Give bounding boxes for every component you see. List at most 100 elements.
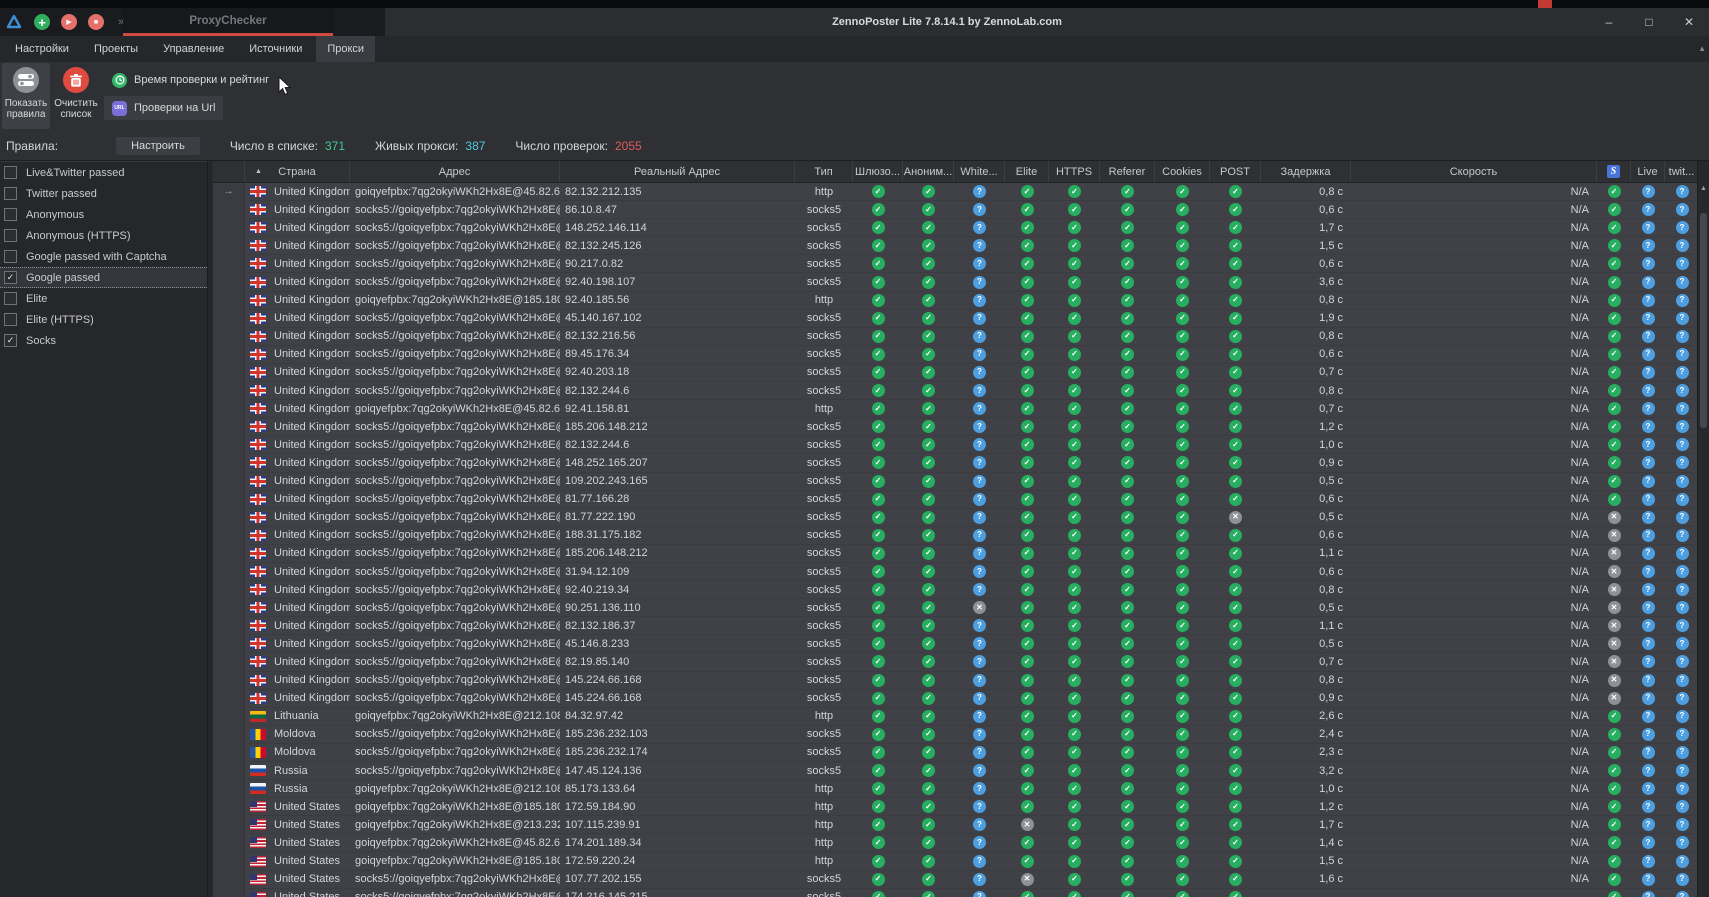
proxy-row[interactable]: United Kingdomsocks5://goiqyefpbx:7qg2ok… — [213, 328, 1697, 346]
proxy-row[interactable]: United Kingdomsocks5://goiqyefpbx:7qg2ok… — [213, 219, 1697, 237]
column-header-speed[interactable]: Скорость — [1351, 161, 1597, 182]
column-header-live[interactable]: Live — [1631, 161, 1665, 182]
rule-item[interactable]: Google passed with Captcha — [0, 246, 207, 267]
flag-md-icon — [250, 747, 266, 758]
minimize-button[interactable]: – — [1589, 8, 1629, 36]
checkbox-unchecked[interactable] — [4, 166, 17, 179]
proxy-row[interactable]: Russiasocks5://goiqyefpbx:7qg2okyiWKh2Hx… — [213, 762, 1697, 780]
menu-tab-Настройки[interactable]: Настройки — [4, 36, 80, 62]
column-header-real_address[interactable]: Реальный Адрес — [560, 161, 795, 182]
rule-item[interactable]: Twitter passed — [0, 183, 207, 204]
show-rules-button[interactable]: Показать правила — [2, 63, 50, 129]
proxy-row[interactable]: →United Kingdomgoiqyefpbx:7qg2okyiWKh2Hx… — [213, 183, 1697, 201]
column-header-google[interactable]: S — [1597, 161, 1631, 182]
proxy-row[interactable]: United Kingdomsocks5://goiqyefpbx:7qg2ok… — [213, 201, 1697, 219]
proxy-row[interactable]: United Kingdomsocks5://goiqyefpbx:7qg2ok… — [213, 310, 1697, 328]
proxy-row[interactable]: United Kingdomgoiqyefpbx:7qg2okyiWKh2Hx8… — [213, 292, 1697, 310]
rule-item[interactable]: ✓Socks — [0, 330, 207, 351]
checkbox-checked[interactable]: ✓ — [4, 271, 17, 284]
proxy-row[interactable]: United Kingdomsocks5://goiqyefpbx:7qg2ok… — [213, 346, 1697, 364]
column-header-post[interactable]: POST — [1210, 161, 1261, 182]
proxy-row[interactable]: United Statesgoiqyefpbx:7qg2okyiWKh2Hx8E… — [213, 798, 1697, 816]
proxychecker-tab[interactable]: ProxyChecker — [123, 8, 333, 36]
proxy-row[interactable]: United Kingdomsocks5://goiqyefpbx:7qg2ok… — [213, 364, 1697, 382]
checkbox-unchecked[interactable] — [4, 229, 17, 242]
gateway-cell: ✓ — [853, 346, 903, 363]
column-header-rowheader[interactable] — [213, 161, 245, 182]
column-header-referer[interactable]: Referer — [1100, 161, 1155, 182]
rule-item[interactable]: Anonymous (HTTPS) — [0, 225, 207, 246]
column-header-anonymity[interactable]: Аноним... — [903, 161, 954, 182]
column-header-type[interactable]: Тип — [795, 161, 853, 182]
menu-tab-Источники[interactable]: Источники — [238, 36, 313, 62]
column-header-cookies[interactable]: Cookies — [1155, 161, 1210, 182]
stop-button[interactable]: ■ — [88, 14, 104, 30]
proxy-row[interactable]: United Kingdomgoiqyefpbx:7qg2okyiWKh2Hx8… — [213, 400, 1697, 418]
menu-tab-Управление[interactable]: Управление — [152, 36, 235, 62]
proxy-row[interactable]: United Kingdomsocks5://goiqyefpbx:7qg2ok… — [213, 581, 1697, 599]
proxy-row[interactable]: United Kingdomsocks5://goiqyefpbx:7qg2ok… — [213, 382, 1697, 400]
checkbox-unchecked[interactable] — [4, 292, 17, 305]
rule-item[interactable]: Elite (HTTPS) — [0, 309, 207, 330]
proxy-row[interactable]: United Kingdomsocks5://goiqyefpbx:7qg2ok… — [213, 563, 1697, 581]
checkbox-unchecked[interactable] — [4, 187, 17, 200]
column-header-address[interactable]: Адрес — [350, 161, 560, 182]
column-header-whitelist[interactable]: White... — [954, 161, 1005, 182]
url-checks-button[interactable]: URL Проверки на Url — [104, 96, 223, 120]
proxy-row[interactable]: Moldovasocks5://goiqyefpbx:7qg2okyiWKh2H… — [213, 726, 1697, 744]
proxy-row[interactable]: United Kingdomsocks5://goiqyefpbx:7qg2ok… — [213, 436, 1697, 454]
menu-tab-Проекты[interactable]: Проекты — [83, 36, 149, 62]
checkbox-unchecked[interactable] — [4, 250, 17, 263]
proxy-row[interactable]: United Kingdomsocks5://goiqyefpbx:7qg2ok… — [213, 617, 1697, 635]
rule-item[interactable]: Anonymous — [0, 204, 207, 225]
proxy-row[interactable]: United Kingdomsocks5://goiqyefpbx:7qg2ok… — [213, 237, 1697, 255]
checkbox-checked[interactable]: ✓ — [4, 334, 17, 347]
check-time-button[interactable]: Время проверки и рейтинг — [104, 68, 277, 92]
proxy-row[interactable]: United Kingdomsocks5://goiqyefpbx:7qg2ok… — [213, 635, 1697, 653]
scrollbar-thumb[interactable] — [1700, 213, 1707, 428]
proxy-row[interactable]: United Kingdomsocks5://goiqyefpbx:7qg2ok… — [213, 454, 1697, 472]
proxy-row[interactable]: United Kingdomsocks5://goiqyefpbx:7qg2ok… — [213, 509, 1697, 527]
column-header-country[interactable]: ▲Страна — [245, 161, 350, 182]
proxy-row[interactable]: United Statessocks5://goiqyefpbx:7qg2oky… — [213, 871, 1697, 889]
menu-tab-Прокси[interactable]: Прокси — [316, 36, 375, 62]
proxy-row[interactable]: Russiagoiqyefpbx:7qg2okyiWKh2Hx8E@212.10… — [213, 780, 1697, 798]
play-button[interactable]: ▶ — [61, 14, 77, 30]
checkbox-unchecked[interactable] — [4, 313, 17, 326]
proxy-row[interactable]: Lithuaniagoiqyefpbx:7qg2okyiWKh2Hx8E@212… — [213, 708, 1697, 726]
column-header-https[interactable]: HTTPS — [1049, 161, 1100, 182]
column-header-delay[interactable]: Задержка — [1261, 161, 1351, 182]
add-project-button[interactable]: + — [34, 14, 50, 30]
checkbox-unchecked[interactable] — [4, 208, 17, 221]
proxy-row[interactable]: United Kingdomsocks5://goiqyefpbx:7qg2ok… — [213, 527, 1697, 545]
proxy-row[interactable]: United Kingdomsocks5://goiqyefpbx:7qg2ok… — [213, 545, 1697, 563]
proxy-row[interactable]: United Kingdomsocks5://goiqyefpbx:7qg2ok… — [213, 473, 1697, 491]
column-header-elite[interactable]: Elite — [1005, 161, 1049, 182]
proxy-row[interactable]: Moldovasocks5://goiqyefpbx:7qg2okyiWKh2H… — [213, 744, 1697, 762]
close-button[interactable]: ✕ — [1669, 8, 1709, 36]
proxy-row[interactable]: United Kingdomsocks5://goiqyefpbx:7qg2ok… — [213, 273, 1697, 291]
vertical-scrollbar[interactable]: ▲ — [1697, 161, 1709, 897]
proxy-row[interactable]: United Statessocks5://goiqyefpbx:7qg2oky… — [213, 889, 1697, 897]
ribbon-collapse-icon[interactable]: ▲ — [1698, 44, 1706, 53]
proxy-row[interactable]: United Statesgoiqyefpbx:7qg2okyiWKh2Hx8E… — [213, 852, 1697, 870]
proxy-row[interactable]: United Statesgoiqyefpbx:7qg2okyiWKh2Hx8E… — [213, 816, 1697, 834]
rule-item[interactable]: Elite — [0, 288, 207, 309]
proxy-row[interactable]: United Kingdomsocks5://goiqyefpbx:7qg2ok… — [213, 653, 1697, 671]
proxy-row[interactable]: United Statesgoiqyefpbx:7qg2okyiWKh2Hx8E… — [213, 834, 1697, 852]
proxy-row[interactable]: United Kingdomsocks5://goiqyefpbx:7qg2ok… — [213, 255, 1697, 273]
column-header-gateway[interactable]: Шлюзо... — [853, 161, 903, 182]
clear-list-button[interactable]: Очистить список — [52, 63, 100, 129]
anonymity-cell: ✓ — [903, 798, 954, 815]
proxy-row[interactable]: United Kingdomsocks5://goiqyefpbx:7qg2ok… — [213, 599, 1697, 617]
column-header-twitter[interactable]: twit... — [1665, 161, 1699, 182]
rule-item[interactable]: Live&Twitter passed — [0, 162, 207, 183]
proxy-row[interactable]: United Kingdomsocks5://goiqyefpbx:7qg2ok… — [213, 491, 1697, 509]
proxy-row[interactable]: United Kingdomsocks5://goiqyefpbx:7qg2ok… — [213, 690, 1697, 708]
configure-rules-button[interactable]: Настроить — [116, 137, 200, 155]
maximize-button[interactable]: □ — [1629, 8, 1669, 36]
proxy-row[interactable]: United Kingdomsocks5://goiqyefpbx:7qg2ok… — [213, 672, 1697, 690]
proxy-row[interactable]: United Kingdomsocks5://goiqyefpbx:7qg2ok… — [213, 418, 1697, 436]
rule-item[interactable]: ✓Google passed — [0, 267, 207, 288]
scroll-up-icon[interactable]: ▲ — [1698, 185, 1709, 192]
